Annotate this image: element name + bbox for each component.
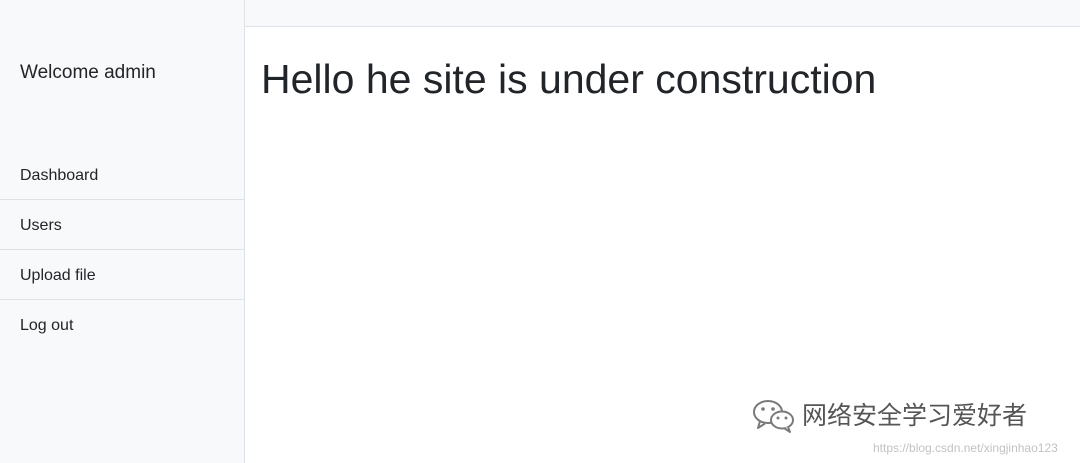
sidebar-item-log-out[interactable]: Log out — [0, 300, 244, 349]
sidebar-item-users[interactable]: Users — [0, 200, 244, 250]
sidebar: Welcome admin Dashboard Users Upload fil… — [0, 0, 245, 463]
sidebar-heading: Welcome admin — [20, 62, 156, 83]
watermark: 网络安全学习爱好者 — [752, 398, 1027, 434]
wechat-icon — [753, 400, 794, 433]
sidebar-item-dashboard[interactable]: Dashboard — [0, 150, 244, 200]
top-navbar — [245, 0, 1080, 27]
sidebar-menu: Dashboard Users Upload file Log out — [0, 150, 244, 349]
page-title: Hello he site is under construction — [261, 56, 877, 102]
watermark-text: 网络安全学习爱好者 — [802, 401, 1028, 430]
sidebar-item-upload-file[interactable]: Upload file — [0, 250, 244, 300]
watermark-url: https://blog.csdn.net/xingjinhao123 — [873, 441, 1058, 455]
